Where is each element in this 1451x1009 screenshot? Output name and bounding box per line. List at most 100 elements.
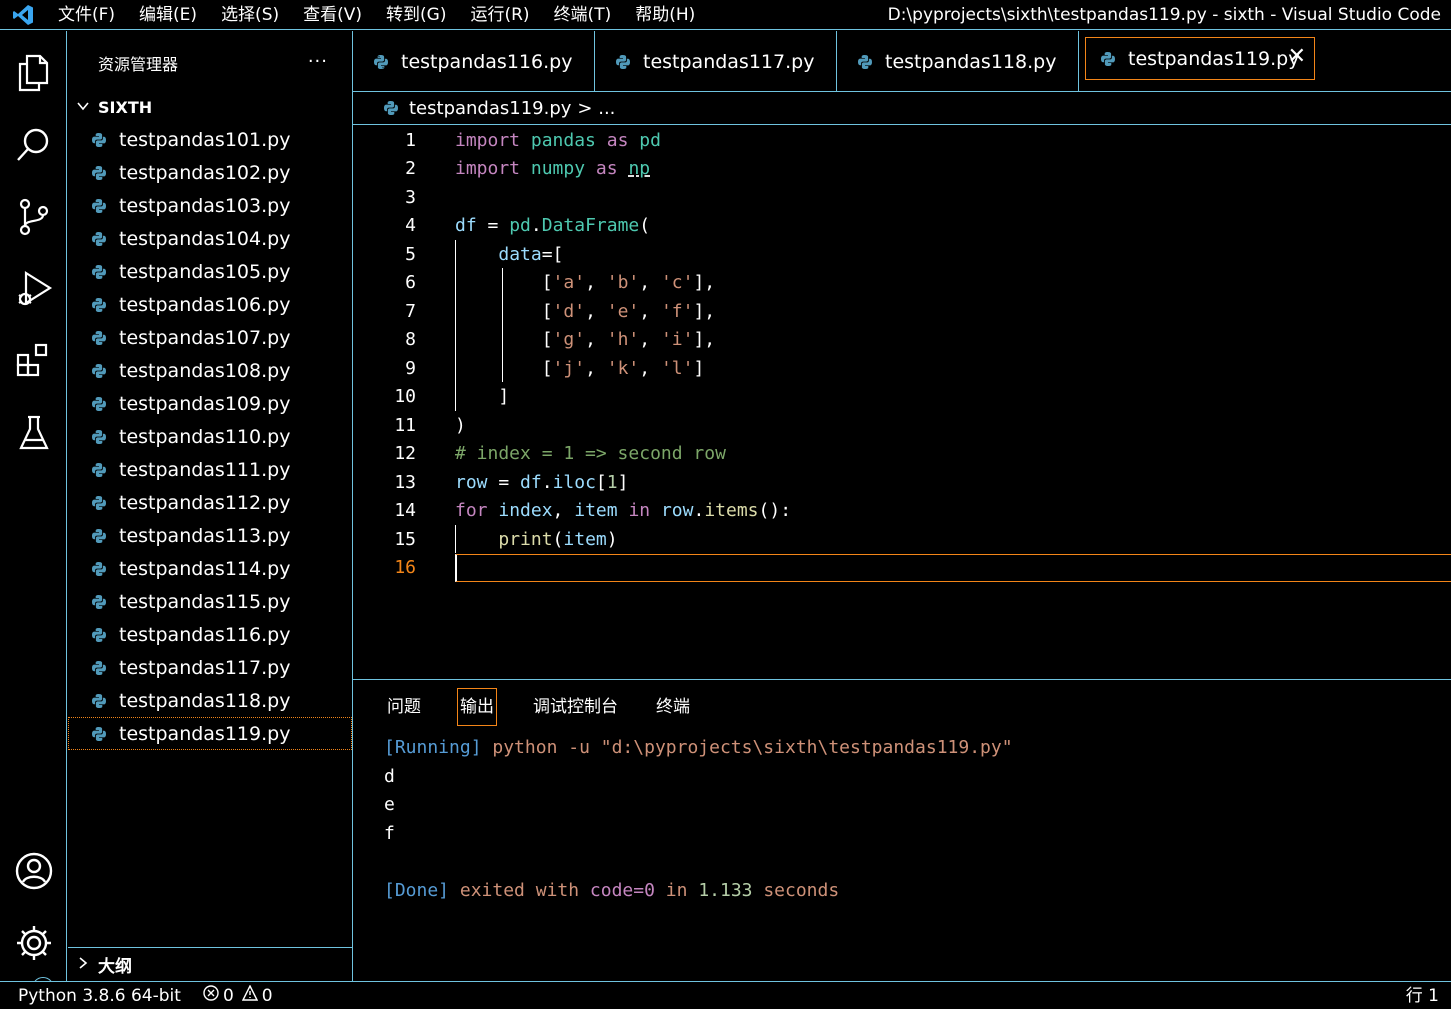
code-line: 16 bbox=[353, 553, 1451, 582]
line-number: 1 bbox=[405, 129, 416, 151]
file-item[interactable]: testpandas104.py bbox=[68, 222, 352, 255]
file-item[interactable]: testpandas115.py bbox=[68, 585, 352, 618]
menu-run[interactable]: 运行(R) bbox=[458, 0, 541, 30]
tab-label: testpandas116.py bbox=[401, 50, 573, 73]
file-label: testpandas101.py bbox=[119, 128, 291, 151]
menu-selection[interactable]: 选择(S) bbox=[209, 0, 291, 30]
output-console[interactable]: [Running] python -u "d:\pyprojects\sixth… bbox=[353, 734, 1451, 906]
file-item[interactable]: testpandas116.py bbox=[68, 618, 352, 651]
line-number: 4 bbox=[405, 215, 416, 237]
file-item[interactable]: testpandas106.py bbox=[68, 288, 352, 321]
python-file-icon bbox=[91, 231, 119, 247]
file-item[interactable]: testpandas113.py bbox=[68, 519, 352, 552]
file-item[interactable]: testpandas110.py bbox=[68, 420, 352, 453]
files-icon[interactable] bbox=[0, 43, 67, 103]
menu-terminal[interactable]: 终端(T) bbox=[542, 0, 624, 30]
file-item[interactable]: testpandas111.py bbox=[68, 453, 352, 486]
code-line: 9 ['j', 'k', 'l'] bbox=[353, 354, 1451, 383]
file-item[interactable]: testpandas101.py bbox=[68, 123, 352, 156]
search-icon[interactable] bbox=[0, 115, 67, 175]
extensions-icon[interactable] bbox=[0, 331, 67, 391]
file-list: testpandas101.py testpandas102.py testpand… bbox=[68, 123, 352, 750]
file-label: testpandas113.py bbox=[119, 524, 291, 547]
file-item[interactable]: testpandas105.py bbox=[68, 255, 352, 288]
python-file-icon bbox=[91, 693, 119, 709]
file-label: testpandas115.py bbox=[119, 590, 291, 613]
file-item[interactable]: testpandas107.py bbox=[68, 321, 352, 354]
file-label: testpandas111.py bbox=[119, 458, 291, 481]
warning-count: 0 bbox=[261, 985, 273, 1006]
tab-testpandas117[interactable]: testpandas117.py bbox=[595, 31, 837, 92]
output-line: d bbox=[384, 765, 395, 787]
chevron-down-icon bbox=[76, 98, 98, 117]
status-bar: Python 3.8.6 64-bit 0 0 行 1 bbox=[0, 981, 1451, 1009]
menu-view[interactable]: 查看(V) bbox=[291, 0, 374, 30]
menu-go[interactable]: 转到(G) bbox=[374, 0, 458, 30]
file-item[interactable]: testpandas118.py bbox=[68, 684, 352, 717]
file-label: testpandas114.py bbox=[119, 557, 291, 580]
file-item[interactable]: testpandas112.py bbox=[68, 486, 352, 519]
file-item[interactable]: testpandas103.py bbox=[68, 189, 352, 222]
done-text: exited with code=0 in 1.133 seconds bbox=[449, 879, 840, 901]
breadcrumb: testpandas119.py > ... bbox=[353, 92, 1451, 125]
python-file-icon bbox=[91, 264, 119, 280]
more-actions-button[interactable]: ··· bbox=[308, 51, 328, 72]
python-file-icon bbox=[91, 429, 119, 445]
line-number: 10 bbox=[394, 386, 416, 408]
line-number: 11 bbox=[394, 414, 416, 436]
cursor-position[interactable]: 行 1 bbox=[1406, 982, 1439, 1009]
file-label: testpandas116.py bbox=[119, 623, 291, 646]
menu-edit[interactable]: 编辑(E) bbox=[127, 0, 209, 30]
testing-icon[interactable] bbox=[0, 403, 67, 463]
code-line: 13 row = df.iloc[1] bbox=[353, 468, 1451, 497]
folder-header[interactable]: SIXTH bbox=[68, 95, 352, 119]
code-line: 4 df = pd.DataFrame( bbox=[353, 212, 1451, 241]
tab-testpandas118[interactable]: testpandas118.py bbox=[837, 31, 1079, 92]
file-label: testpandas108.py bbox=[119, 359, 291, 382]
explorer-title: 资源管理器 bbox=[98, 55, 179, 74]
menu-file[interactable]: 文件(F) bbox=[46, 0, 127, 30]
python-interpreter[interactable]: Python 3.8.6 64-bit bbox=[18, 986, 181, 1006]
file-label: testpandas103.py bbox=[119, 194, 291, 217]
tab-testpandas119[interactable]: testpandas119.py ✕ bbox=[1085, 37, 1315, 80]
file-label: testpandas105.py bbox=[119, 260, 291, 283]
close-icon[interactable]: ✕ bbox=[1288, 44, 1306, 69]
file-item[interactable]: testpandas102.py bbox=[68, 156, 352, 189]
run-debug-icon[interactable] bbox=[0, 259, 67, 319]
menu-bar: 文件(F) 编辑(E) 选择(S) 查看(V) 转到(G) 运行(R) 终端(T… bbox=[46, 0, 707, 30]
code-line: 8 ['g', 'h', 'i'], bbox=[353, 326, 1451, 355]
account-icon[interactable] bbox=[0, 841, 67, 901]
file-item[interactable]: testpandas109.py bbox=[68, 387, 352, 420]
tab-label: testpandas117.py bbox=[643, 50, 815, 73]
file-label: testpandas118.py bbox=[119, 689, 291, 712]
file-item[interactable]: testpandas114.py bbox=[68, 552, 352, 585]
gear-icon[interactable] bbox=[0, 913, 67, 973]
code-line: 2 import numpy as np bbox=[353, 155, 1451, 184]
explorer-header: 资源管理器 ··· bbox=[68, 31, 352, 95]
panel-tabs: 问题 输出 调试控制台 终端 bbox=[353, 680, 1451, 734]
outline-section[interactable]: 大纲 bbox=[68, 947, 352, 981]
tab-label: testpandas118.py bbox=[885, 50, 1057, 73]
breadcrumb-rest[interactable]: > ... bbox=[577, 98, 615, 119]
output-line: e bbox=[384, 794, 395, 816]
file-item[interactable]: testpandas108.py bbox=[68, 354, 352, 387]
problems-indicator[interactable]: 0 0 bbox=[203, 984, 273, 1006]
breadcrumb-file[interactable]: testpandas119.py bbox=[409, 98, 571, 119]
line-number: 5 bbox=[405, 243, 416, 265]
python-file-icon bbox=[1100, 51, 1128, 67]
file-item[interactable]: testpandas117.py bbox=[68, 651, 352, 684]
menu-help[interactable]: 帮助(H) bbox=[623, 0, 707, 30]
python-file-icon bbox=[91, 594, 119, 610]
tab-testpandas116[interactable]: testpandas116.py bbox=[353, 31, 595, 92]
tab-debug-console[interactable]: 调试控制台 bbox=[531, 689, 620, 725]
code-line: 11) bbox=[353, 411, 1451, 440]
tab-problems[interactable]: 问题 bbox=[385, 689, 423, 725]
file-item[interactable]: testpandas119.py bbox=[68, 717, 352, 750]
source-control-icon[interactable] bbox=[0, 187, 67, 247]
code-editor[interactable]: 1 import pandas as pd 2 import numpy as np… bbox=[353, 126, 1451, 582]
python-file-icon bbox=[857, 54, 885, 70]
tab-output[interactable]: 输出 bbox=[457, 688, 497, 726]
tab-terminal[interactable]: 终端 bbox=[654, 689, 692, 725]
run-command: python -u "d:\pyprojects\sixth\testpanda… bbox=[481, 737, 1013, 758]
file-label: testpandas104.py bbox=[119, 227, 291, 250]
